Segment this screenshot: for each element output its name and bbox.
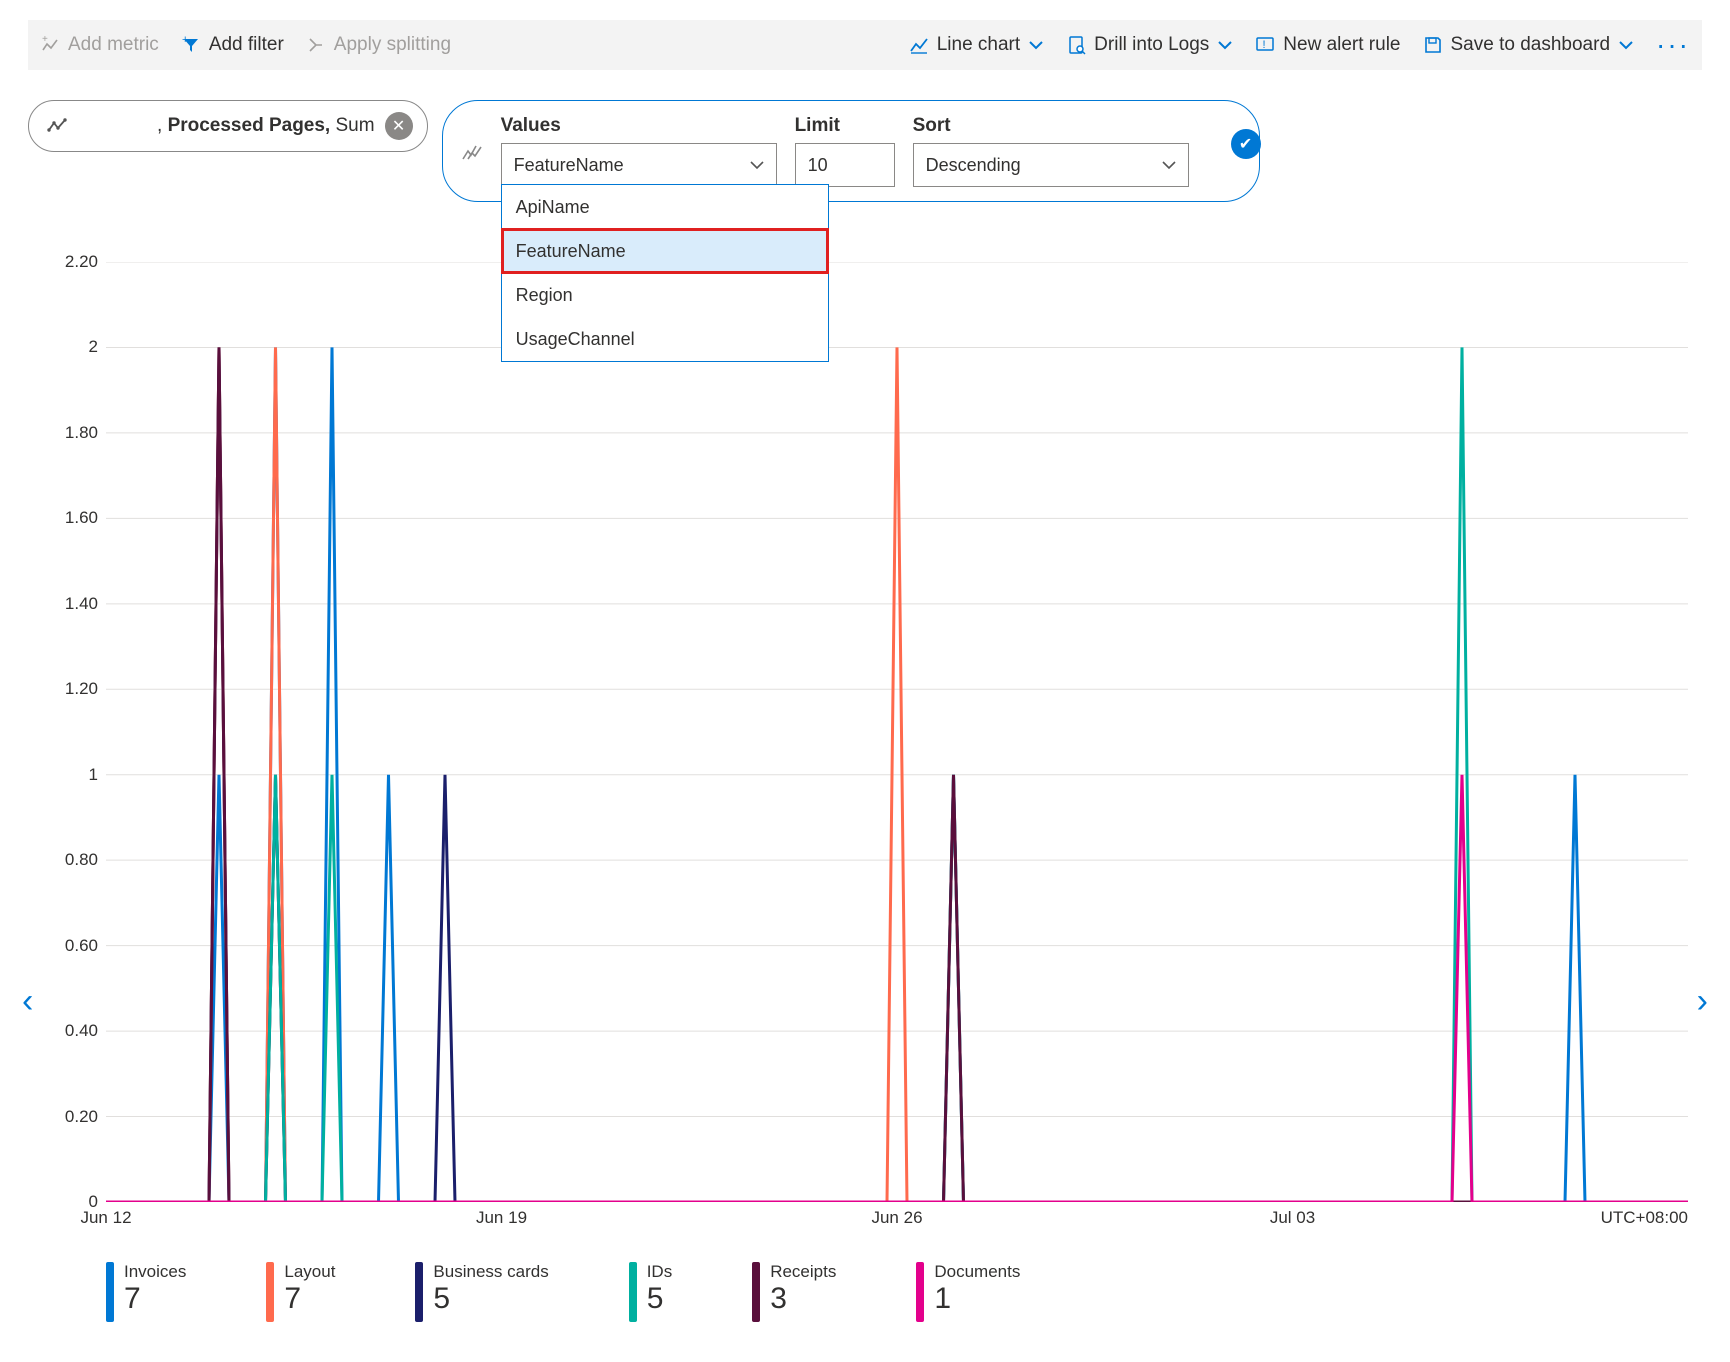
legend-value: 3 (770, 1282, 836, 1316)
metric-icon (47, 116, 67, 136)
legend: Invoices 7 Layout 7 Business cards 5 IDs… (106, 1262, 1702, 1322)
legend-item[interactable]: Receipts 3 (752, 1262, 836, 1322)
logs-icon (1066, 35, 1086, 55)
svg-text:!: ! (1263, 39, 1266, 51)
new-alert-button[interactable]: ! New alert rule (1255, 34, 1400, 56)
x-tick: Jul 03 (1270, 1208, 1315, 1228)
values-option[interactable]: FeatureName (502, 229, 828, 273)
x-tick: Jun 12 (80, 1208, 131, 1228)
more-button[interactable]: ··· (1656, 40, 1690, 50)
legend-item[interactable]: IDs 5 (629, 1262, 673, 1322)
chart-type-label: Line chart (937, 34, 1020, 56)
values-option[interactable]: ApiName (502, 185, 828, 229)
metric-scope: , Processed Pages, Sum (157, 115, 375, 137)
drill-logs-button[interactable]: Drill into Logs (1066, 34, 1233, 56)
legend-name: Layout (284, 1262, 335, 1282)
add-filter-button[interactable]: + Add filter (181, 34, 284, 56)
apply-splitting-label: Apply splitting (334, 34, 451, 56)
filter-icon: + (181, 35, 201, 55)
legend-value: 5 (433, 1282, 548, 1316)
y-tick: 0.80 (42, 850, 98, 870)
y-tick: 0.40 (42, 1021, 98, 1041)
drill-logs-label: Drill into Logs (1094, 34, 1209, 56)
limit-label: Limit (795, 115, 895, 137)
chevron-down-icon (1618, 39, 1634, 51)
legend-name: Invoices (124, 1262, 186, 1282)
alert-icon: ! (1255, 35, 1275, 55)
y-tick: 2.20 (42, 252, 98, 272)
legend-item[interactable]: Business cards 5 (415, 1262, 548, 1322)
toolbar: + Add metric + Add filter Apply splittin… (28, 20, 1702, 70)
add-filter-label: Add filter (209, 34, 284, 56)
add-metric-button[interactable]: + Add metric (40, 34, 159, 56)
values-value: FeatureName (514, 155, 624, 176)
x-tick: Jun 19 (476, 1208, 527, 1228)
legend-swatch (752, 1262, 760, 1322)
confirm-split-button[interactable]: ✔ (1231, 129, 1261, 159)
legend-value: 5 (647, 1282, 673, 1316)
legend-name: Business cards (433, 1262, 548, 1282)
chevron-down-icon (750, 160, 764, 170)
split-icon (306, 35, 326, 55)
values-option[interactable]: Region (502, 273, 828, 317)
timezone-label: UTC+08:00 (1601, 1208, 1688, 1228)
svg-text:+: + (182, 35, 188, 46)
remove-metric-button[interactable]: ✕ (385, 112, 413, 140)
legend-item[interactable]: Invoices 7 (106, 1262, 186, 1322)
legend-name: Receipts (770, 1262, 836, 1282)
legend-swatch (916, 1262, 924, 1322)
y-tick: 1.40 (42, 594, 98, 614)
save-icon (1423, 35, 1443, 55)
chart-plot: 2.2021.801.601.401.2010.800.600.400.200 (106, 262, 1688, 1202)
chevron-down-icon (1028, 39, 1044, 51)
new-alert-label: New alert rule (1283, 34, 1400, 56)
y-tick: 0.20 (42, 1107, 98, 1127)
save-dashboard-button[interactable]: Save to dashboard (1423, 34, 1635, 56)
y-tick: 0.60 (42, 936, 98, 956)
x-tick: Jun 26 (871, 1208, 922, 1228)
limit-input[interactable] (795, 143, 895, 187)
y-tick: 2 (42, 337, 98, 357)
x-axis: UTC+08:00 Jun 12Jun 19Jun 26Jul 03 (106, 1208, 1688, 1236)
y-tick: 1.80 (42, 423, 98, 443)
legend-value: 7 (284, 1282, 335, 1316)
values-label: Values (501, 115, 777, 137)
legend-swatch (415, 1262, 423, 1322)
legend-item[interactable]: Documents 1 (916, 1262, 1020, 1322)
legend-value: 7 (124, 1282, 186, 1316)
y-tick: 1.20 (42, 679, 98, 699)
legend-swatch (106, 1262, 114, 1322)
y-tick: 1 (42, 765, 98, 785)
sort-select[interactable]: Descending (913, 143, 1189, 187)
chart-svg (106, 262, 1688, 1202)
scroll-left-button[interactable]: ‹ (22, 982, 33, 1021)
sort-value: Descending (926, 155, 1021, 176)
legend-swatch (266, 1262, 274, 1322)
legend-name: IDs (647, 1262, 673, 1282)
add-metric-label: Add metric (68, 34, 159, 56)
chart-type-button[interactable]: Line chart (909, 34, 1044, 56)
chevron-down-icon (1162, 160, 1176, 170)
values-option[interactable]: UsageChannel (502, 317, 828, 361)
values-select[interactable]: FeatureName (501, 143, 777, 187)
apply-splitting-button[interactable]: Apply splitting (306, 34, 451, 56)
legend-swatch (629, 1262, 637, 1322)
legend-name: Documents (934, 1262, 1020, 1282)
scroll-right-button[interactable]: › (1697, 982, 1708, 1021)
sort-label: Sort (913, 115, 1189, 137)
chevron-down-icon (1217, 39, 1233, 51)
legend-item[interactable]: Layout 7 (266, 1262, 335, 1322)
metric-pill[interactable]: , Processed Pages, Sum ✕ (28, 100, 428, 152)
legend-value: 1 (934, 1282, 1020, 1316)
save-dashboard-label: Save to dashboard (1451, 34, 1611, 56)
values-dropdown: ApiNameFeatureNameRegionUsageChannel (501, 184, 829, 362)
y-tick: 1.60 (42, 508, 98, 528)
split-lead-icon (461, 141, 483, 161)
line-chart-icon (909, 35, 929, 55)
add-metric-icon: + (40, 35, 60, 55)
svg-text:+: + (42, 35, 48, 45)
